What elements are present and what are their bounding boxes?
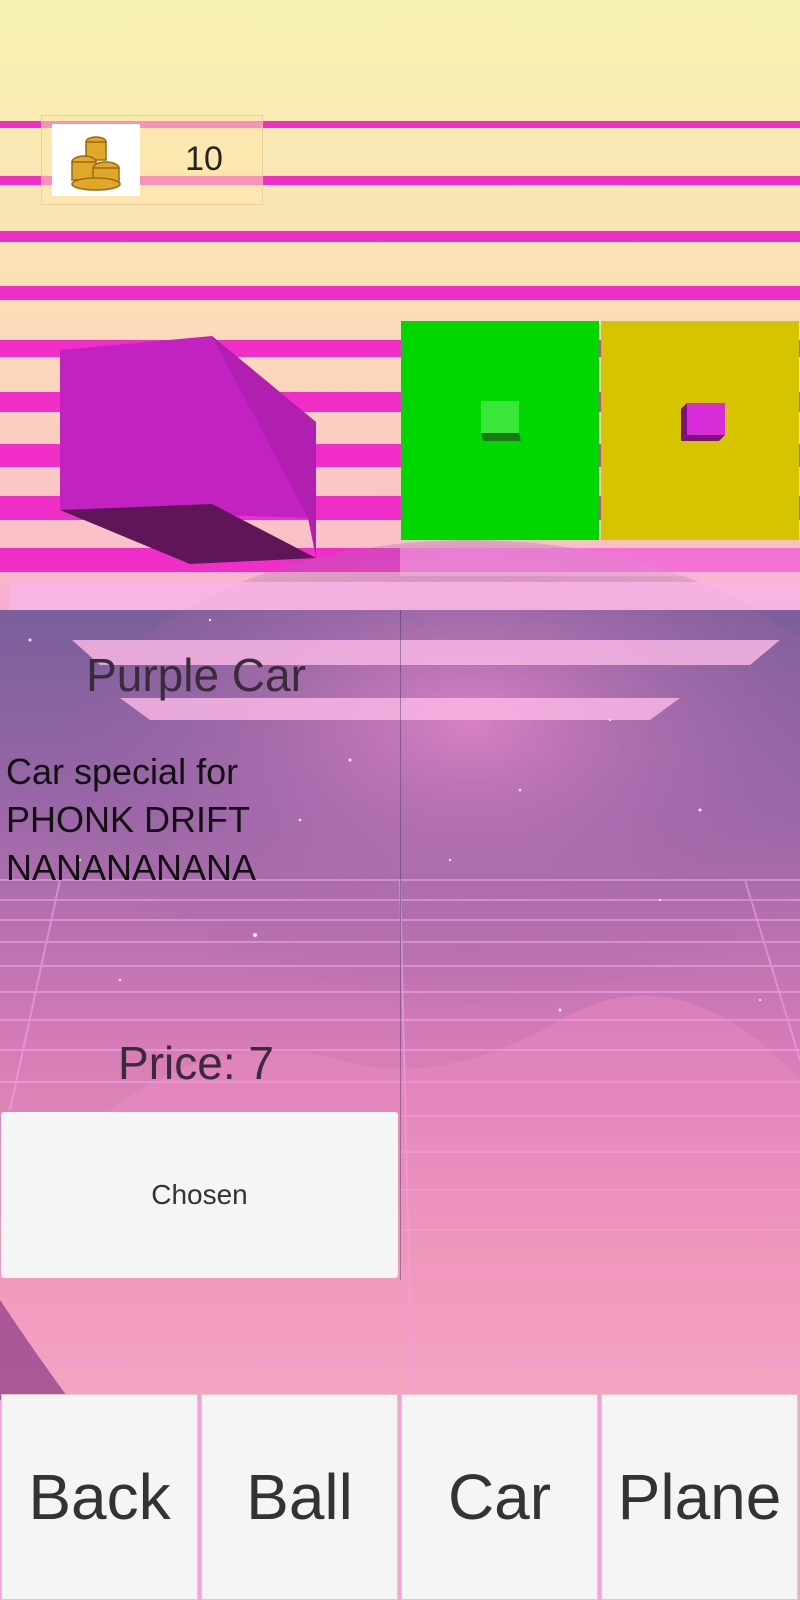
tab-ball[interactable]: Ball [201, 1394, 398, 1600]
purple-cube-icon [681, 403, 725, 441]
description-line: NANANANANA [6, 847, 257, 888]
shop-item-purple-car[interactable] [601, 321, 799, 540]
description-line: Car special for [6, 751, 239, 792]
item-title: Purple Car [86, 649, 306, 701]
tab-plane[interactable]: Plane [601, 1394, 798, 1600]
coin-stack-icon [52, 124, 140, 196]
chosen-button[interactable]: Chosen [1, 1112, 398, 1278]
coin-display: 10 [41, 115, 263, 205]
back-button[interactable]: Back [1, 1394, 198, 1600]
item-price: Price: 7 [118, 1037, 274, 1089]
shop-item-green-car[interactable] [401, 321, 599, 540]
coin-count: 10 [185, 140, 223, 178]
tab-car[interactable]: Car [401, 1394, 598, 1600]
green-cube-icon [481, 401, 521, 441]
item-description: Car special for PHONK DRIFT NANANANANA [6, 748, 386, 892]
description-line: PHONK DRIFT [6, 799, 251, 840]
